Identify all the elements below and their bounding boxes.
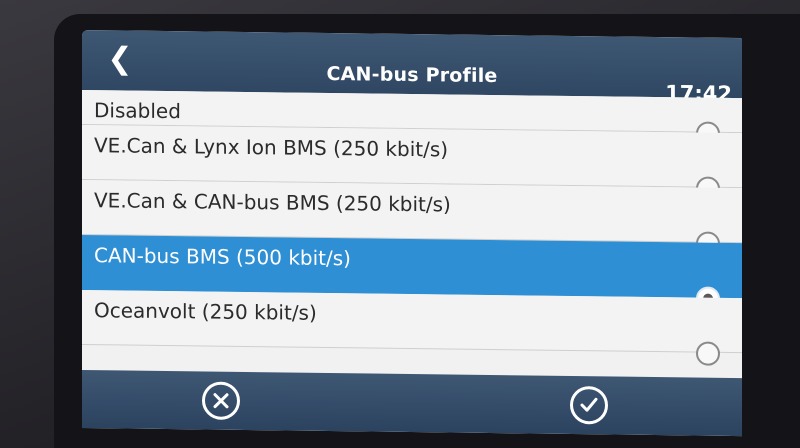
footer-bar [82, 370, 742, 437]
page-title: CAN-bus Profile [326, 62, 498, 88]
device-screen: ❮ CAN-bus Profile 17:42 Disabled VE.Can … [82, 30, 742, 437]
header-bar: ❮ CAN-bus Profile 17:42 [82, 30, 742, 106]
radio-button[interactable] [696, 341, 720, 366]
profile-option-can-bus-bms[interactable]: CAN-bus BMS (500 kbit/s) [82, 235, 742, 311]
profile-option-label: Disabled [94, 98, 181, 124]
confirm-button[interactable] [570, 385, 608, 425]
profile-option-label: CAN-bus BMS (500 kbit/s) [94, 243, 351, 271]
confirm-circle-check-icon [580, 397, 598, 412]
profile-option-ve-can-can-bus[interactable]: VE.Can & CAN-bus BMS (250 kbit/s) [82, 180, 742, 256]
cancel-circle-x-icon [213, 393, 229, 409]
profile-option-label: Oceanvolt (250 kbit/s) [94, 298, 317, 325]
cancel-button[interactable] [202, 381, 240, 420]
profile-list: Disabled VE.Can & Lynx Ion BMS (250 kbit… [82, 90, 742, 366]
profile-option-ve-can-lynx-ion[interactable]: VE.Can & Lynx Ion BMS (250 kbit/s) [82, 125, 742, 201]
profile-option-oceanvolt[interactable]: Oceanvolt (250 kbit/s) [82, 290, 742, 366]
profile-option-label: VE.Can & CAN-bus BMS (250 kbit/s) [94, 188, 451, 217]
profile-option-label: VE.Can & Lynx Ion BMS (250 kbit/s) [94, 133, 449, 162]
